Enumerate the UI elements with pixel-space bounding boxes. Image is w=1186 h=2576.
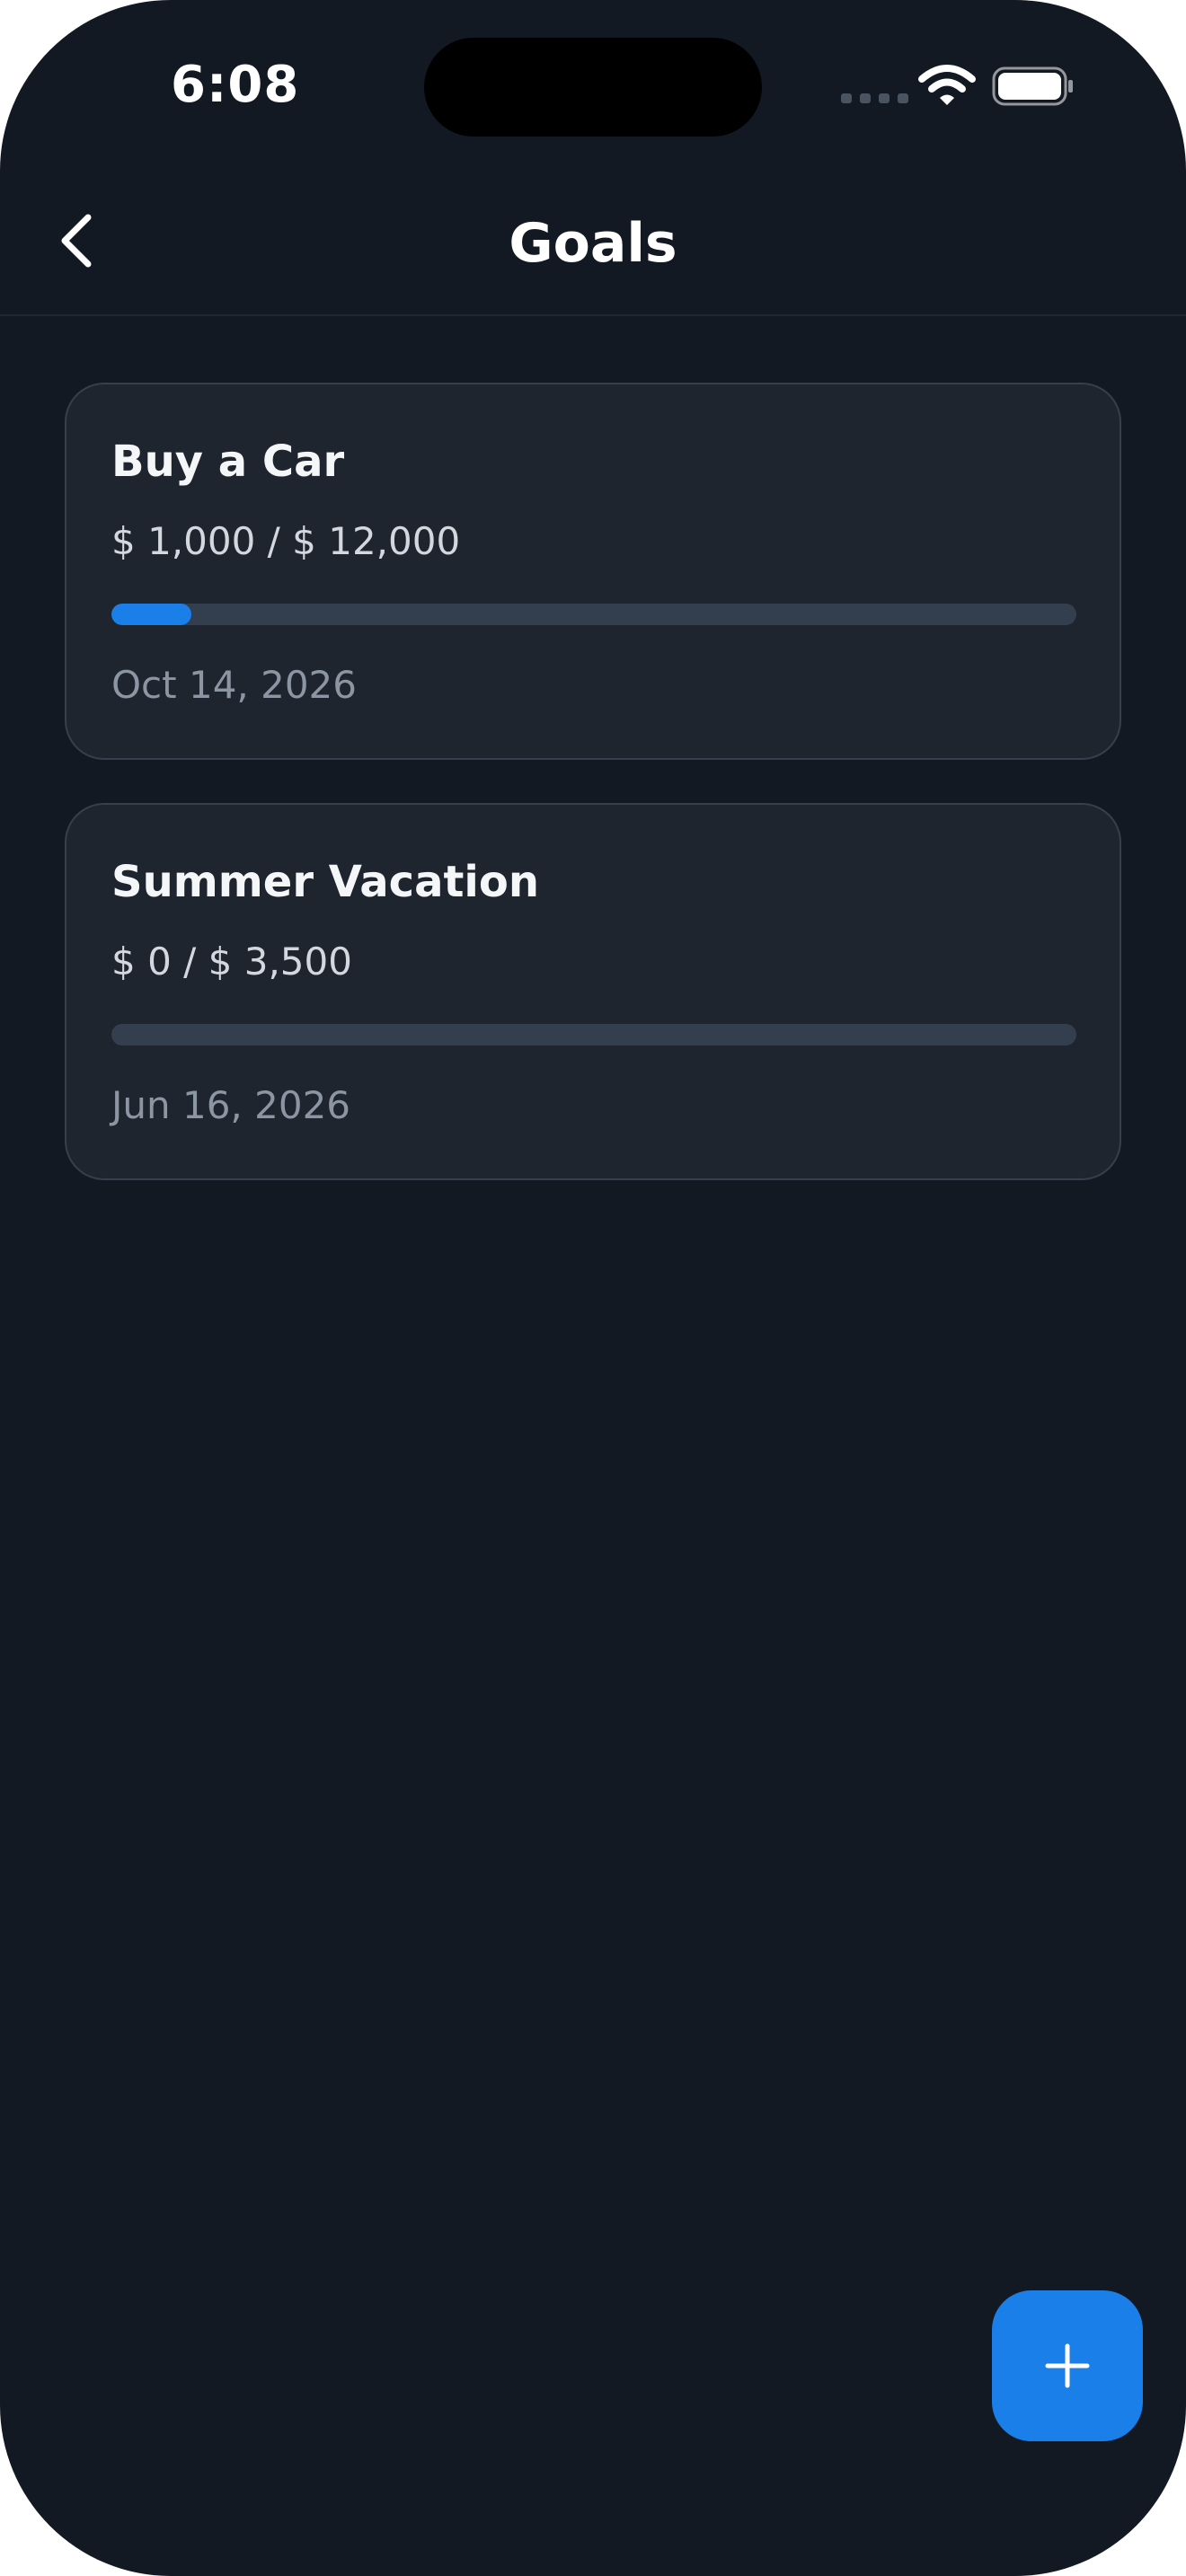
goal-card[interactable]: Summer Vacation $ 0 / $ 3,500 Jun 16, 20… (65, 803, 1121, 1180)
wifi-icon (918, 65, 976, 105)
battery-icon (992, 66, 1073, 106)
goal-amount: $ 0 / $ 3,500 (111, 940, 352, 984)
goal-list: Buy a Car $ 1,000 / $ 12,000 Oct 14, 202… (65, 383, 1121, 1223)
app-screen: 6:08 Goals Buy a Car $ 1,000 / $ 12,000 … (0, 0, 1186, 2576)
status-time: 6:08 (171, 56, 300, 114)
goal-amount: $ 1,000 / $ 12,000 (111, 519, 461, 563)
goal-card[interactable]: Buy a Car $ 1,000 / $ 12,000 Oct 14, 202… (65, 383, 1121, 760)
goal-name: Summer Vacation (111, 857, 540, 907)
dynamic-island (424, 38, 762, 137)
cellular-signal-icon (841, 93, 908, 103)
goal-progress-bar (111, 1024, 1076, 1045)
add-goal-button[interactable] (992, 2290, 1143, 2441)
page-title: Goals (509, 212, 677, 275)
goal-name: Buy a Car (111, 437, 345, 487)
navigation-bar: Goals (0, 180, 1186, 316)
goal-date: Jun 16, 2026 (111, 1083, 351, 1127)
goal-progress-bar (111, 604, 1076, 625)
goal-progress-fill (111, 604, 192, 625)
goal-date: Oct 14, 2026 (111, 663, 357, 707)
plus-icon (1045, 2343, 1090, 2388)
